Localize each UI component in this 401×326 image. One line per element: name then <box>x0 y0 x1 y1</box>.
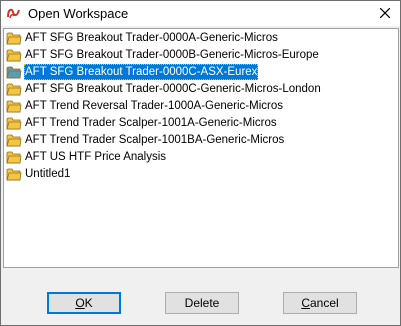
delete-label: Delete <box>184 296 220 310</box>
cancel-mnemonic: C <box>301 296 310 310</box>
list-item[interactable]: AFT SFG Breakout Trader-0000B-Generic-Mi… <box>6 47 320 63</box>
open-workspace-dialog: Open Workspace AFT SFG Breakout Trader-0… <box>0 0 401 326</box>
list-item-label: AFT Trend Trader Scalper-1001BA-Generic-… <box>25 134 285 146</box>
list-item-label: AFT SFG Breakout Trader-0000C-Generic-Mi… <box>25 83 321 95</box>
list-item[interactable]: AFT Trend Reversal Trader-1000A-Generic-… <box>6 98 284 114</box>
list-item-label: AFT SFG Breakout Trader-0000C-ASX-Eurex <box>24 64 259 80</box>
folder-icon <box>6 30 22 46</box>
ninjatrader-logo-icon <box>7 6 21 20</box>
list-item[interactable]: AFT SFG Breakout Trader-0000A-Generic-Mi… <box>6 30 279 46</box>
close-icon <box>379 7 390 21</box>
list-item[interactable]: Untitled1 <box>6 166 71 182</box>
ok-label-rest: K <box>84 296 93 310</box>
ok-button[interactable]: OK <box>47 292 121 314</box>
cancel-label-rest: ancel <box>309 296 339 310</box>
list-item-label: Untitled1 <box>25 168 71 180</box>
folder-icon <box>6 47 22 63</box>
folder-icon <box>6 132 22 148</box>
list-item-label: AFT Trend Trader Scalper-1001A-Generic-M… <box>25 117 277 129</box>
folder-icon <box>6 64 22 80</box>
workspace-list[interactable]: AFT SFG Breakout Trader-0000A-Generic-Mi… <box>3 28 399 268</box>
window-title: Open Workspace <box>28 6 129 21</box>
list-item-label: AFT US HTF Price Analysis <box>25 151 167 163</box>
delete-button[interactable]: Delete <box>165 292 239 314</box>
folder-icon <box>6 166 22 182</box>
list-item-label: AFT SFG Breakout Trader-0000B-Generic-Mi… <box>25 49 319 61</box>
ok-mnemonic: O <box>75 296 85 310</box>
list-item-label: AFT Trend Reversal Trader-1000A-Generic-… <box>25 100 283 112</box>
folder-icon <box>6 98 22 114</box>
folder-icon <box>6 81 22 97</box>
close-button[interactable] <box>369 1 400 26</box>
title-bar[interactable]: Open Workspace <box>1 1 400 26</box>
list-item[interactable]: AFT US HTF Price Analysis <box>6 149 167 165</box>
list-item[interactable]: AFT SFG Breakout Trader-0000C-Generic-Mi… <box>6 81 322 97</box>
folder-icon <box>6 115 22 131</box>
cancel-button[interactable]: Cancel <box>283 292 357 314</box>
list-item[interactable]: AFT SFG Breakout Trader-0000C-ASX-Eurex <box>6 64 259 80</box>
list-item-label: AFT SFG Breakout Trader-0000A-Generic-Mi… <box>25 32 278 44</box>
folder-icon <box>6 149 22 165</box>
list-item[interactable]: AFT Trend Trader Scalper-1001BA-Generic-… <box>6 132 285 148</box>
list-item[interactable]: AFT Trend Trader Scalper-1001A-Generic-M… <box>6 115 278 131</box>
